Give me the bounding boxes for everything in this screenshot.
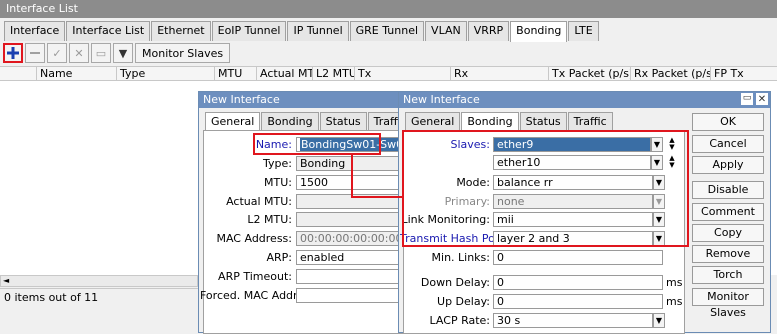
highlight-name-box	[253, 133, 381, 155]
enable-button[interactable]: ✓	[47, 43, 67, 63]
tab-general[interactable]: General	[205, 112, 261, 131]
connector-line-horizontal	[351, 196, 403, 198]
dialog-title: New Interface ▭ ✕	[399, 92, 770, 108]
tab-bonding[interactable]: Bonding	[461, 112, 519, 131]
close-icon[interactable]: ✕	[756, 93, 768, 105]
table-header: Name Type MTU Actual MTU L2 MTU Tx Rx Tx…	[0, 66, 777, 81]
copy-button[interactable]: Copy	[692, 224, 764, 242]
add-button[interactable]	[3, 43, 23, 63]
type-label: Type:	[263, 157, 292, 170]
disable-button[interactable]: ✕	[69, 43, 89, 63]
disable-button[interactable]: Disable	[692, 181, 764, 199]
down-delay-field[interactable]: 0	[493, 275, 663, 290]
toolbar: ✓ ✕ ▭ ▼ Monitor Slaves	[3, 42, 232, 64]
tab-lte[interactable]: LTE	[568, 21, 599, 41]
comment-button[interactable]: Comment	[692, 203, 764, 221]
dialog-title: New Interface	[199, 92, 407, 108]
cancel-button[interactable]: Cancel	[692, 135, 764, 153]
scroll-left-icon[interactable]: ◄	[3, 276, 9, 285]
mtu-label: MTU:	[264, 176, 292, 189]
tab-eoip-tunnel[interactable]: EoIP Tunnel	[211, 21, 287, 41]
column-actual-mtu[interactable]: Actual MTU	[256, 67, 312, 81]
dialog-title-text: New Interface	[403, 93, 480, 106]
arp-select[interactable]: enabled	[296, 250, 408, 265]
comment-button[interactable]: ▭	[91, 43, 111, 63]
mac-address-field: 00:00:00:00:00:00	[296, 231, 408, 246]
column-mtu[interactable]: MTU	[214, 67, 256, 81]
filter-button[interactable]: ▼	[113, 43, 133, 63]
tab-bar: Interface Interface List Ethernet EoIP T…	[4, 21, 600, 42]
tab-bonding[interactable]: Bonding	[510, 21, 568, 42]
arp-timeout-field[interactable]	[296, 269, 408, 284]
tab-status[interactable]: Status	[319, 112, 367, 130]
min-links-field[interactable]: 0	[493, 250, 663, 265]
down-delay-unit: ms	[666, 276, 683, 289]
maximize-icon[interactable]: ▭	[741, 93, 753, 105]
window-title: Interface List	[0, 0, 777, 18]
tab-status[interactable]: Status	[519, 112, 567, 130]
remove-button[interactable]: Remove	[692, 245, 764, 263]
column-l2-mtu[interactable]: L2 MTU	[312, 67, 354, 81]
tab-ethernet[interactable]: Ethernet	[151, 21, 211, 41]
tab-general[interactable]: General	[405, 112, 461, 130]
chevron-down-icon[interactable]: ▼	[653, 313, 665, 328]
apply-button[interactable]: Apply	[692, 156, 764, 174]
l2-mtu-label: L2 MTU:	[247, 213, 292, 226]
up-delay-field[interactable]: 0	[493, 294, 663, 309]
column-rx-packet[interactable]: Rx Packet (p/s)	[630, 67, 710, 81]
check-icon: ✓	[52, 46, 62, 60]
monitor-slaves-button[interactable]: Monitor Slaves	[692, 288, 764, 319]
up-delay-unit: ms	[666, 295, 683, 308]
tab-vrrp[interactable]: VRRP	[467, 21, 510, 41]
remove-button[interactable]	[25, 43, 45, 63]
plus-icon	[7, 47, 19, 59]
cross-icon: ✕	[74, 46, 84, 60]
filter-icon: ▼	[118, 46, 128, 60]
column-tx-packet[interactable]: Tx Packet (p/s)	[548, 67, 630, 81]
column-rx[interactable]: Rx	[450, 67, 548, 81]
forced-mac-field[interactable]	[296, 288, 408, 303]
arp-timeout-label: ARP Timeout:	[218, 270, 292, 283]
highlight-bonding-box	[402, 130, 689, 247]
note-icon: ▭	[95, 46, 107, 60]
tab-gre-tunnel[interactable]: GRE Tunnel	[349, 21, 425, 41]
forced-mac-label: Forced. MAC Address:	[200, 289, 320, 302]
min-links-label: Min. Links:	[431, 251, 490, 264]
tab-bonding[interactable]: Bonding	[261, 112, 319, 130]
dialog-tab-bar: General Bonding Status Traffic	[405, 112, 614, 131]
column-name[interactable]: Name	[36, 67, 116, 81]
monitor-slaves-button[interactable]: Monitor Slaves	[135, 43, 231, 63]
tab-ip-tunnel[interactable]: IP Tunnel	[287, 21, 349, 41]
tab-traffic[interactable]: Traffic	[567, 112, 613, 130]
l2-mtu-field	[296, 212, 408, 227]
minus-icon	[30, 52, 40, 54]
lacp-rate-label: LACP Rate:	[429, 314, 490, 327]
up-delay-label: Up Delay:	[437, 295, 490, 308]
connector-line-vertical	[351, 154, 353, 198]
tab-interface[interactable]: Interface	[4, 21, 66, 41]
mac-address-label: MAC Address:	[216, 232, 292, 245]
lacp-rate-select[interactable]: 30 s	[493, 313, 653, 328]
down-delay-label: Down Delay:	[420, 276, 490, 289]
tab-vlan[interactable]: VLAN	[425, 21, 467, 41]
arp-label: ARP:	[266, 251, 292, 264]
actual-mtu-label: Actual MTU:	[226, 195, 292, 208]
tab-interface-list[interactable]: Interface List	[66, 21, 151, 41]
status-bar: 0 items out of 11	[0, 288, 198, 304]
column-type[interactable]: Type	[116, 67, 214, 81]
dialog-tab-bar: General Bonding Status Traffic	[205, 112, 414, 131]
column-tx[interactable]: Tx	[354, 67, 450, 81]
ok-button[interactable]: OK	[692, 113, 764, 131]
horizontal-scrollbar[interactable]: ◄	[0, 275, 198, 287]
column-fp-tx[interactable]: FP Tx	[710, 67, 777, 81]
torch-button[interactable]: Torch	[692, 266, 764, 284]
